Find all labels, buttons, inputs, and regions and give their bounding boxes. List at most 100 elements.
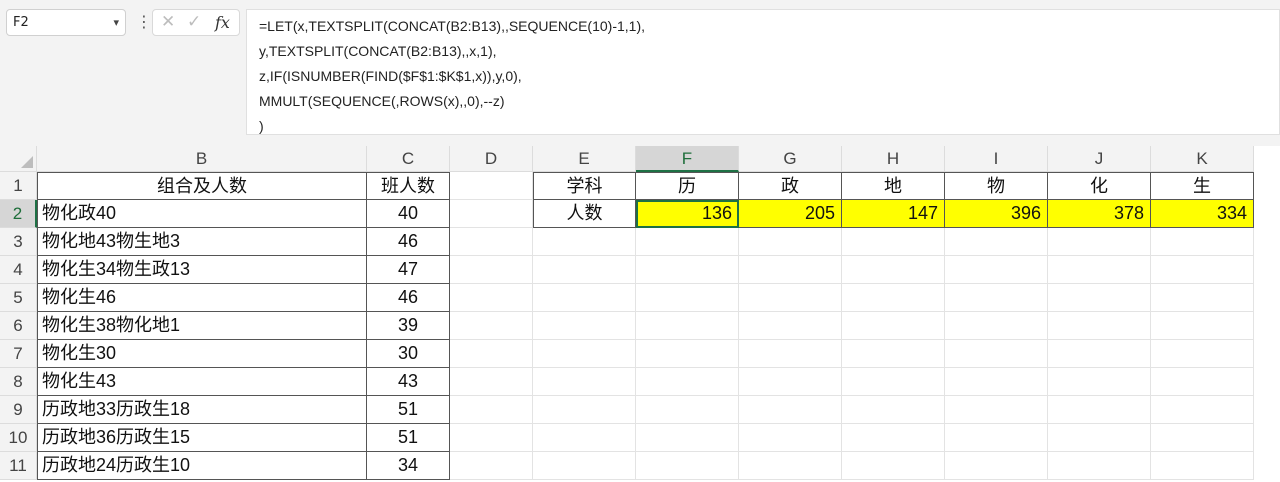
column-header-e[interactable]: E bbox=[533, 146, 636, 172]
cell[interactable] bbox=[450, 424, 533, 452]
insert-function-icon[interactable]: fx bbox=[215, 13, 230, 32]
cell[interactable] bbox=[739, 452, 842, 480]
cell[interactable] bbox=[636, 312, 739, 340]
cell[interactable] bbox=[842, 368, 945, 396]
row-header-10[interactable]: 10 bbox=[0, 424, 37, 452]
combination-cell[interactable]: 历政地33历政生18 bbox=[37, 396, 367, 424]
cell[interactable] bbox=[1048, 228, 1151, 256]
cell[interactable] bbox=[450, 284, 533, 312]
cell[interactable] bbox=[739, 368, 842, 396]
cell[interactable] bbox=[842, 256, 945, 284]
row-header-2[interactable]: 2 bbox=[0, 200, 37, 228]
cell[interactable] bbox=[1048, 424, 1151, 452]
combination-cell[interactable]: 历政地36历政生15 bbox=[37, 424, 367, 452]
cell[interactable] bbox=[1151, 312, 1254, 340]
row-header-5[interactable]: 5 bbox=[0, 284, 37, 312]
more-options-icon[interactable]: ⋮ bbox=[136, 12, 152, 31]
cell[interactable] bbox=[1151, 396, 1254, 424]
cell[interactable] bbox=[450, 452, 533, 480]
column-header-i[interactable]: I bbox=[945, 146, 1048, 172]
cell[interactable] bbox=[533, 284, 636, 312]
subject-count-cell[interactable]: 378 bbox=[1048, 200, 1151, 228]
cell[interactable] bbox=[842, 340, 945, 368]
column-header-f[interactable]: F bbox=[636, 146, 739, 172]
cell[interactable] bbox=[945, 396, 1048, 424]
cell[interactable] bbox=[533, 452, 636, 480]
row-header-9[interactable]: 9 bbox=[0, 396, 37, 424]
subject-cell[interactable]: 化 bbox=[1048, 172, 1151, 200]
subject-cell[interactable]: 政 bbox=[739, 172, 842, 200]
row-header-8[interactable]: 8 bbox=[0, 368, 37, 396]
cell[interactable] bbox=[1151, 368, 1254, 396]
class-count-cell[interactable]: 40 bbox=[367, 200, 450, 228]
class-count-cell[interactable]: 51 bbox=[367, 424, 450, 452]
chevron-down-icon[interactable]: ▾ bbox=[113, 10, 119, 35]
cell[interactable] bbox=[1151, 452, 1254, 480]
row-header-4[interactable]: 4 bbox=[0, 256, 37, 284]
subject-count-cell[interactable]: 147 bbox=[842, 200, 945, 228]
confirm-icon[interactable]: ✓ bbox=[187, 12, 201, 32]
cell[interactable] bbox=[1048, 396, 1151, 424]
cell[interactable] bbox=[739, 284, 842, 312]
cell[interactable] bbox=[1151, 228, 1254, 256]
combination-cell[interactable]: 物化生34物生政13 bbox=[37, 256, 367, 284]
cell[interactable] bbox=[842, 284, 945, 312]
cell[interactable] bbox=[739, 340, 842, 368]
row-header-3[interactable]: 3 bbox=[0, 228, 37, 256]
subject-count-cell[interactable]: 205 bbox=[739, 200, 842, 228]
column-header-g[interactable]: G bbox=[739, 146, 842, 172]
row-header-11[interactable]: 11 bbox=[0, 452, 37, 480]
select-all-button[interactable] bbox=[0, 146, 37, 172]
row-header-1[interactable]: 1 bbox=[0, 172, 37, 200]
class-count-cell[interactable]: 46 bbox=[367, 228, 450, 256]
worksheet-grid[interactable]: B C D E F G H I J K 1 2 3 4 5 6 7 8 9 10 11 组合及人数 班人数 物化政40 40 物化… bbox=[0, 146, 1280, 482]
cell[interactable] bbox=[533, 312, 636, 340]
cell[interactable] bbox=[945, 256, 1048, 284]
cancel-icon[interactable]: ✕ bbox=[161, 12, 175, 32]
cell[interactable] bbox=[1048, 256, 1151, 284]
cell[interactable] bbox=[533, 424, 636, 452]
class-count-cell[interactable]: 51 bbox=[367, 396, 450, 424]
cell[interactable] bbox=[450, 172, 533, 200]
cell[interactable] bbox=[945, 228, 1048, 256]
cell[interactable] bbox=[739, 396, 842, 424]
cell[interactable] bbox=[945, 424, 1048, 452]
combination-cell[interactable]: 历政地24历政生10 bbox=[37, 452, 367, 480]
name-box[interactable]: F2 ▾ bbox=[6, 9, 126, 36]
row-header-6[interactable]: 6 bbox=[0, 312, 37, 340]
cell[interactable] bbox=[945, 340, 1048, 368]
subject-cell[interactable]: 生 bbox=[1151, 172, 1254, 200]
cell[interactable] bbox=[636, 284, 739, 312]
cell[interactable] bbox=[1048, 368, 1151, 396]
column-header-j[interactable]: J bbox=[1048, 146, 1151, 172]
cell[interactable] bbox=[739, 312, 842, 340]
cell[interactable] bbox=[450, 368, 533, 396]
cell[interactable] bbox=[945, 312, 1048, 340]
class-count-cell[interactable]: 34 bbox=[367, 452, 450, 480]
cell[interactable] bbox=[450, 312, 533, 340]
subject-count-cell[interactable]: 334 bbox=[1151, 200, 1254, 228]
class-count-cell[interactable]: 47 bbox=[367, 256, 450, 284]
cell[interactable] bbox=[1151, 424, 1254, 452]
class-count-cell[interactable]: 43 bbox=[367, 368, 450, 396]
cell[interactable] bbox=[1048, 452, 1151, 480]
cell[interactable] bbox=[739, 424, 842, 452]
subject-cell[interactable]: 地 bbox=[842, 172, 945, 200]
cell[interactable] bbox=[1151, 284, 1254, 312]
combination-cell[interactable]: 物化生43 bbox=[37, 368, 367, 396]
formula-input[interactable]: =LET(x,TEXTSPLIT(CONCAT(B2:B13),,SEQUENC… bbox=[246, 9, 1280, 135]
cell[interactable] bbox=[842, 452, 945, 480]
cell[interactable] bbox=[1151, 256, 1254, 284]
class-count-cell[interactable]: 30 bbox=[367, 340, 450, 368]
subject-cell[interactable]: 物 bbox=[945, 172, 1048, 200]
cell[interactable] bbox=[533, 256, 636, 284]
column-header-c[interactable]: C bbox=[367, 146, 450, 172]
cell[interactable] bbox=[739, 256, 842, 284]
cell[interactable] bbox=[1048, 340, 1151, 368]
cell[interactable] bbox=[636, 228, 739, 256]
column-header-k[interactable]: K bbox=[1151, 146, 1254, 172]
subject-cell[interactable]: 历 bbox=[636, 172, 739, 200]
cell[interactable] bbox=[636, 256, 739, 284]
cell[interactable] bbox=[945, 452, 1048, 480]
cell[interactable] bbox=[1048, 284, 1151, 312]
